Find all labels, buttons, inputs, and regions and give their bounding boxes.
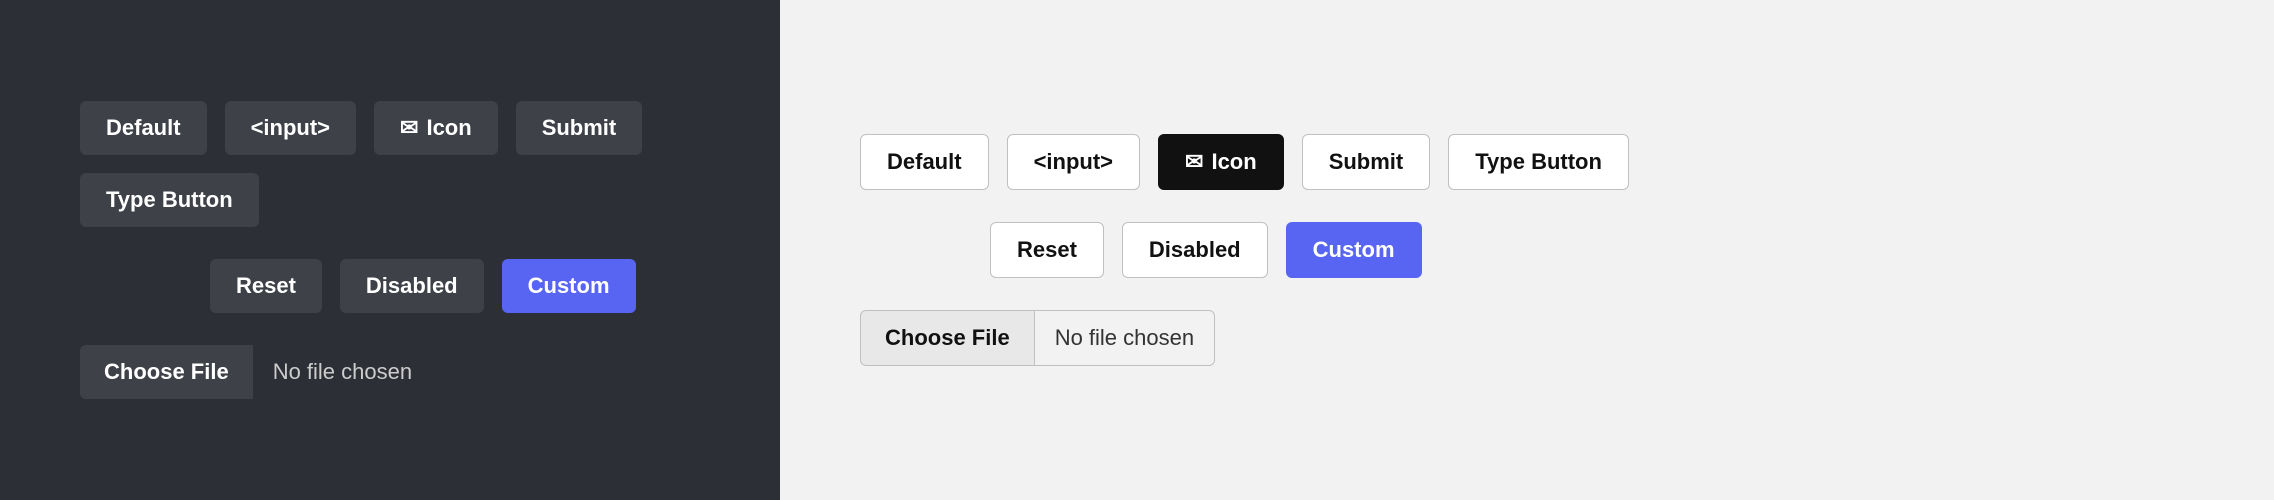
light-type-button-button[interactable]: Type Button: [1448, 134, 1629, 190]
light-input-button[interactable]: <input>: [1007, 134, 1140, 190]
dark-no-file-label: No file chosen: [253, 345, 432, 399]
light-no-file-label: No file chosen: [1034, 310, 1215, 366]
icon-label: Icon: [426, 115, 471, 141]
light-file-row: Choose File No file chosen: [860, 310, 2194, 366]
light-reset-button[interactable]: Reset: [990, 222, 1104, 278]
dark-file-input: Choose File No file chosen: [80, 345, 432, 399]
light-row1: Default <input> ✉ Icon Submit Type Butto…: [860, 134, 2194, 190]
dark-submit-button[interactable]: Submit: [516, 101, 643, 155]
mail-icon: ✉: [400, 115, 418, 141]
dark-row1: Default <input> ✉ Icon Submit Type Butto…: [80, 101, 700, 227]
light-panel: Default <input> ✉ Icon Submit Type Butto…: [780, 0, 2274, 500]
dark-type-button-button[interactable]: Type Button: [80, 173, 259, 227]
dark-input-button[interactable]: <input>: [225, 101, 356, 155]
light-custom-button[interactable]: Custom: [1286, 222, 1422, 278]
light-default-button[interactable]: Default: [860, 134, 989, 190]
mail-icon-light: ✉: [1185, 149, 1203, 175]
light-submit-button[interactable]: Submit: [1302, 134, 1431, 190]
light-choose-file-button[interactable]: Choose File: [860, 310, 1034, 366]
dark-choose-file-button[interactable]: Choose File: [80, 345, 253, 399]
dark-default-button[interactable]: Default: [80, 101, 207, 155]
light-disabled-button[interactable]: Disabled: [1122, 222, 1268, 278]
icon-label-light: Icon: [1211, 149, 1256, 175]
dark-disabled-button[interactable]: Disabled: [340, 259, 484, 313]
light-row2: Reset Disabled Custom: [860, 222, 2194, 278]
dark-panel: Default <input> ✉ Icon Submit Type Butto…: [0, 0, 780, 500]
dark-icon-button[interactable]: ✉ Icon: [374, 101, 498, 155]
dark-file-row: Choose File No file chosen: [80, 345, 700, 399]
dark-row2: Reset Disabled Custom: [80, 259, 700, 313]
light-file-input: Choose File No file chosen: [860, 310, 1215, 366]
light-icon-button[interactable]: ✉ Icon: [1158, 134, 1284, 190]
dark-reset-button[interactable]: Reset: [210, 259, 322, 313]
dark-custom-button[interactable]: Custom: [502, 259, 636, 313]
